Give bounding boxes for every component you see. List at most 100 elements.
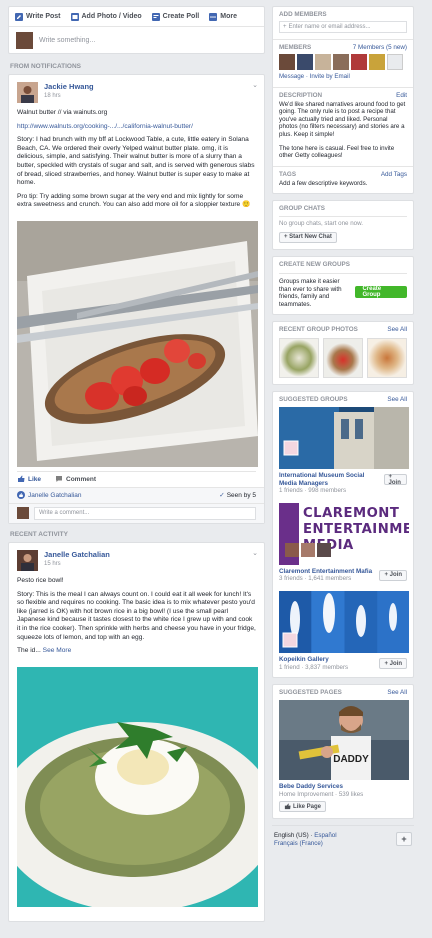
tab-label: Create Poll	[162, 13, 200, 20]
post-link[interactable]: http://www.walnuts.org/cooking-.../.../c…	[17, 123, 256, 132]
photo-thumb[interactable]	[323, 338, 363, 379]
language-footer: English (US) · Español Français (France)…	[272, 825, 414, 849]
post-photo[interactable]	[17, 220, 258, 467]
avatar	[285, 542, 299, 557]
composer-input-area[interactable]: Write something...	[9, 27, 264, 53]
group-name[interactable]: Kopeikin Gallery	[279, 656, 348, 664]
language-link[interactable]: Español	[314, 832, 336, 839]
like-page-button[interactable]: Like Page	[279, 801, 327, 813]
avatar[interactable]	[17, 549, 38, 571]
tab-write-post[interactable]: Write Post	[15, 12, 61, 21]
add-members-title: ADD MEMBERS	[279, 11, 327, 18]
suggested-pages-title: SUGGESTED PAGES	[279, 689, 342, 697]
tab-label: More	[220, 13, 237, 20]
pencil-icon	[15, 12, 23, 21]
chevron-down-icon[interactable]: ⌄	[252, 81, 258, 89]
post-timestamp[interactable]: 18 hrs	[44, 93, 94, 99]
see-more-link[interactable]: See More	[43, 647, 72, 654]
thumbs-up-icon	[284, 803, 291, 810]
language-current: English (US)	[274, 832, 309, 840]
seen-count[interactable]: Seen by 5	[227, 492, 256, 499]
avatar[interactable]	[333, 54, 349, 70]
group-meta: 3 friends · 1,641 members	[279, 575, 352, 583]
avatar[interactable]	[351, 54, 367, 70]
like-badge-icon	[17, 491, 25, 500]
add-members-placeholder: Enter name or email address...	[288, 24, 371, 30]
photo-thumb[interactable]	[279, 338, 319, 379]
join-group-button[interactable]: + Join	[379, 658, 407, 669]
page-cover[interactable]: DADDY	[279, 700, 409, 781]
group-name[interactable]: International Museum Social Media Manage…	[279, 472, 384, 487]
tags-title: TAGS	[279, 170, 297, 178]
add-language-button[interactable]: +	[396, 832, 412, 847]
message-link[interactable]: Message	[279, 73, 304, 80]
start-chat-button[interactable]: + Start New Chat	[279, 231, 337, 243]
post-line: Story: I had brunch with my bff at Lockw…	[17, 136, 255, 187]
group-cover[interactable]	[279, 407, 409, 470]
section-label-notifications: FROM NOTIFICATIONS	[10, 63, 82, 70]
avatar[interactable]	[279, 54, 295, 70]
members-section: MEMBERS 7 Members (5 new) Message · Invi…	[273, 40, 413, 88]
add-tags-link[interactable]: Add Tags	[381, 171, 407, 178]
create-group-button[interactable]: Create Group	[355, 285, 407, 298]
avatar-placeholder[interactable]	[387, 54, 403, 70]
create-groups-section: CREATE NEW GROUPS Groups make it easier …	[273, 257, 413, 314]
person-add-icon: +	[283, 24, 287, 30]
photo-icon	[70, 12, 79, 21]
gallery-cover-image	[279, 591, 409, 653]
tab-add-photo[interactable]: Add Photo / Video	[70, 12, 142, 21]
post-actions: Like Comment	[17, 470, 256, 487]
invite-email-link[interactable]: Invite by Email	[310, 73, 350, 80]
post-timestamp[interactable]: 15 hrs	[44, 561, 110, 567]
chevron-down-icon[interactable]: ⌄	[252, 549, 258, 557]
post-card: Janelle Gatchalian 15 hrs ⌄ Pesto rice b…	[8, 541, 265, 922]
post-title: Pesto rice bowl!	[17, 576, 64, 584]
composer-placeholder[interactable]: Write something...	[39, 37, 95, 44]
group-chats-text: No group chats, start one now.	[279, 216, 407, 228]
tab-create-poll[interactable]: Create Poll	[151, 12, 200, 21]
group-chats-title: GROUP CHATS	[279, 205, 325, 213]
post-author[interactable]: Jackie Hwang	[44, 82, 94, 91]
description-section: DESCRIPTION Edit We'd like shared narrat…	[273, 88, 413, 167]
group-sidebar: ADD MEMBERS + Enter name or email addres…	[272, 6, 414, 849]
suggested-groups-section: SUGGESTED GROUPS See All International M…	[273, 392, 413, 677]
page-cover-image: DADDY	[279, 700, 409, 781]
page-name[interactable]: Bebe Daddy Services	[279, 783, 407, 791]
language-link[interactable]: Français (France)	[274, 840, 323, 847]
post-author[interactable]: Janelle Gatchalian	[44, 550, 110, 559]
post-header: Janelle Gatchalian 15 hrs ⌄	[9, 543, 264, 575]
description-title: DESCRIPTION	[279, 91, 323, 99]
main-feed: Write Post Add Photo / Video Create Poll…	[8, 6, 265, 928]
see-all-link[interactable]: See All	[387, 396, 407, 403]
avatar[interactable]	[369, 54, 385, 70]
create-groups-text: Groups make it easier than ever to share…	[279, 277, 342, 308]
avatar[interactable]	[315, 54, 331, 70]
group-cover[interactable]: CLAREMONT ENTERTAINMENT MEDIA	[279, 502, 409, 565]
avatar	[301, 542, 315, 557]
recent-photos-card: RECENT GROUP PHOTOS See All	[272, 321, 414, 386]
see-all-link[interactable]: See All	[387, 689, 407, 696]
see-all-link[interactable]: See All	[387, 326, 407, 333]
add-members-input[interactable]: + Enter name or email address...	[279, 21, 407, 33]
liker-name[interactable]: Janelle Gatchalian	[28, 492, 81, 499]
comment-button[interactable]: Comment	[55, 475, 96, 483]
description-edit-link[interactable]: Edit	[396, 92, 407, 99]
comment-input[interactable]: Write a comment...	[34, 506, 256, 520]
members-count[interactable]: 7 Members (5 new)	[353, 44, 407, 51]
more-icon	[209, 12, 218, 21]
post-header: Jackie Hwang 18 hrs ⌄	[9, 75, 264, 107]
member-avatars	[279, 54, 407, 70]
post-photo[interactable]	[17, 666, 258, 907]
join-group-button[interactable]: + Join	[383, 474, 407, 486]
tab-more[interactable]: More	[209, 12, 237, 21]
join-group-button[interactable]: + Join	[379, 569, 407, 581]
group-cover[interactable]	[279, 591, 409, 653]
group-name[interactable]: Claremont Entertainment Mafia	[279, 568, 372, 576]
composer: Write Post Add Photo / Video Create Poll…	[8, 6, 265, 54]
like-button[interactable]: Like	[17, 475, 41, 483]
avatar[interactable]	[17, 82, 38, 103]
photo-thumb[interactable]	[367, 338, 407, 379]
description-text: The tone here is casual. Feel free to in…	[279, 144, 395, 160]
avatar[interactable]	[297, 54, 313, 70]
add-members-section: ADD MEMBERS + Enter name or email addres…	[273, 7, 413, 40]
